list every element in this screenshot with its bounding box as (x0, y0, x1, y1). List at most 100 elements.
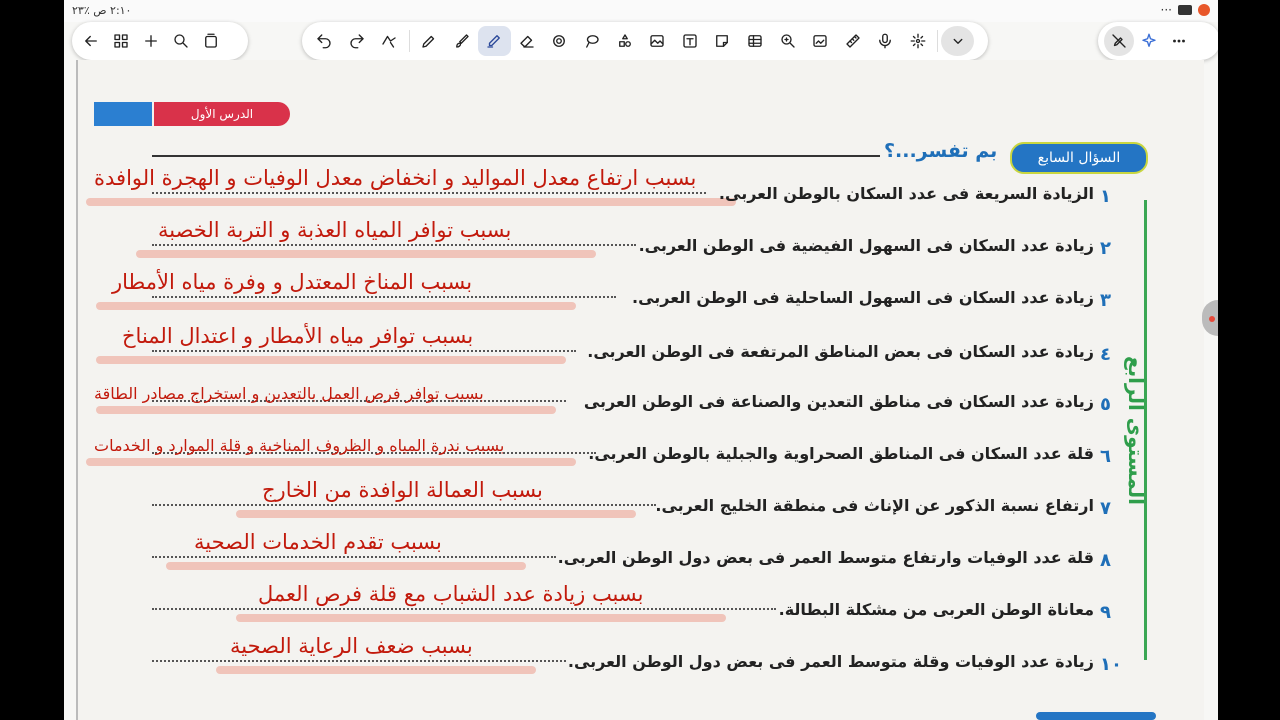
lasso-icon[interactable] (373, 26, 406, 56)
question-number: ٥ (1100, 394, 1111, 415)
undo-icon[interactable] (308, 26, 341, 56)
highlight-stroke (96, 356, 566, 364)
handwritten-answer[interactable]: بسبب ارتفاع معدل المواليد و انخفاض معدل … (94, 166, 696, 190)
back-arrow-icon[interactable] (76, 26, 106, 56)
scroll-indicator-dot (1209, 316, 1215, 322)
status-more: ··· (1160, 3, 1172, 17)
answer-dotted-line (152, 660, 566, 662)
question-row: ١٠ زيادة عدد الوفيات وقلة متوسط العمر فى … (76, 634, 1204, 688)
notebook-page[interactable]: الدرس الأول بم تفسر...؟ السؤال السابع ال… (76, 60, 1204, 720)
handwritten-answer[interactable]: بسبب توافر فرص العمل بالتعدين و استخراج … (94, 384, 484, 403)
question-header-line (152, 155, 880, 157)
answer-dotted-line (152, 504, 656, 506)
question-text: معاناة الوطن العربى من مشكلة البطالة. (778, 600, 1094, 619)
highlighter-icon[interactable] (477, 26, 511, 56)
answer-dotted-line (152, 556, 556, 558)
sparkle-icon[interactable] (1134, 26, 1164, 56)
handwritten-answer[interactable]: بسبب المناخ المعتدل و وفرة مياه الأمطار (112, 270, 472, 294)
pages-icon[interactable] (196, 26, 226, 56)
left-letterbox (0, 0, 64, 720)
right-letterbox (1218, 0, 1280, 720)
highlight-stroke (96, 302, 576, 310)
pen-icon[interactable] (413, 26, 446, 56)
image-icon[interactable] (641, 26, 674, 56)
brush-icon[interactable] (445, 26, 478, 56)
highlight-stroke (166, 562, 526, 570)
edit-off-icon[interactable] (1104, 26, 1134, 56)
question-text: ارتفاع نسبة الذكور عن الإناث فى منطقة ال… (655, 496, 1094, 515)
answer-dotted-line (152, 350, 576, 352)
media-icon[interactable] (804, 26, 837, 56)
ruler-icon[interactable] (837, 26, 870, 56)
highlight-stroke (86, 458, 576, 466)
handwritten-answer[interactable]: بسبب تقدم الخدمات الصحية (194, 530, 442, 554)
nav-toolbar (72, 22, 248, 60)
question-row: ١ الزيادة السريعة فى عدد السكان بالوطن ال… (76, 166, 1204, 220)
question-number: ٣ (1100, 290, 1111, 311)
text-icon[interactable] (674, 26, 707, 56)
lasso-select-icon[interactable] (576, 26, 609, 56)
plus-icon[interactable] (136, 26, 166, 56)
mic-icon[interactable] (869, 26, 902, 56)
lesson-tab: الدرس الأول (154, 102, 290, 126)
handwritten-answer[interactable]: بسبب ندرة المياه و الظروف المناخية و قلة… (94, 436, 504, 455)
question-badge: السؤال السابع (1010, 142, 1148, 174)
question-row: ٣ زيادة عدد السكان فى السهول الساحلية فى … (76, 270, 1204, 324)
question-number: ٧ (1100, 498, 1111, 519)
question-row: ٦ قلة عدد السكان فى المناطق الصحراوية وال… (76, 436, 1204, 480)
highlight-stroke (86, 198, 736, 206)
handwritten-answer[interactable]: بسبب زيادة عدد الشباب مع قلة فرص العمل (258, 582, 643, 606)
question-row: ٢ زيادة عدد السكان فى السهول الفيضية فى ا… (76, 218, 1204, 272)
eraser-icon[interactable] (511, 26, 544, 56)
highlight-stroke (216, 666, 536, 674)
question-row: ٨ قلة عدد الوفيات وارتفاع متوسط العمر فى … (76, 530, 1204, 584)
lesson-color-block (94, 102, 152, 126)
chevron-down-icon[interactable] (941, 26, 974, 56)
question-row: ٥ زيادة عدد السكان فى مناطق التعدين والصن… (76, 384, 1204, 428)
question-text: زيادة عدد الوفيات وقلة متوسط العمر فى بع… (567, 652, 1094, 671)
answer-dotted-line (152, 244, 636, 246)
question-number: ٩ (1100, 602, 1111, 623)
question-number: ١٠ (1100, 654, 1122, 675)
question-text: قلة عدد الوفيات وارتفاع متوسط العمر فى ب… (557, 548, 1094, 567)
shapes-icon[interactable] (543, 26, 576, 56)
question-text: الزيادة السريعة فى عدد السكان بالوطن الع… (718, 184, 1094, 203)
question-row: ٤ زيادة عدد السكان فى بعض المناطق المرتفع… (76, 324, 1204, 378)
grid-icon[interactable] (106, 26, 136, 56)
zoom-icon[interactable] (771, 26, 804, 56)
highlight-stroke (96, 406, 556, 414)
question-text: قلة عدد السكان فى المناطق الصحراوية والج… (588, 444, 1094, 463)
answer-dotted-line (152, 608, 776, 610)
question-title: بم تفسر...؟ (884, 140, 998, 162)
laser-icon[interactable] (902, 26, 935, 56)
handwritten-answer[interactable]: بسبب العمالة الوافدة من الخارج (262, 478, 543, 502)
handwritten-answer[interactable]: بسبب توافر المياه العذبة و التربة الخصبة (158, 218, 511, 242)
question-text: زيادة عدد السكان فى بعض المناطق المرتفعة… (587, 342, 1094, 361)
highlight-stroke (236, 614, 726, 622)
search-icon[interactable] (166, 26, 196, 56)
question-text: زيادة عدد السكان فى مناطق التعدين والصنا… (583, 392, 1094, 411)
handwritten-answer[interactable]: بسبب ضعف الرعاية الصحية (230, 634, 473, 658)
handwritten-answer[interactable]: بسبب توافر مياه الأمطار و اعتدال المناخ (122, 324, 473, 348)
status-bar: ٢:١٠ ص ٪٢٣ ··· (64, 0, 1218, 22)
level-label: المستوى الرابع (1124, 356, 1148, 505)
more-icon[interactable] (1164, 26, 1194, 56)
table-icon[interactable] (739, 26, 772, 56)
sticky-note-icon[interactable] (706, 26, 739, 56)
right-toolbar (1098, 22, 1218, 60)
app-screen: ٢:١٠ ص ٪٢٣ ··· الدرس الأول بم تفسر...؟ ا… (64, 0, 1218, 720)
redo-icon[interactable] (341, 26, 374, 56)
tool-toolbar (302, 22, 988, 60)
toolbar-separator (937, 30, 939, 52)
status-right-group: ··· (1161, 3, 1210, 17)
question-number: ٢ (1100, 238, 1111, 259)
element-icon[interactable] (608, 26, 641, 56)
question-number: ١ (1100, 186, 1111, 207)
question-number: ٨ (1100, 550, 1111, 571)
next-section-header (1036, 712, 1156, 720)
question-row: ٧ ارتفاع نسبة الذكور عن الإناث فى منطقة ا… (76, 478, 1204, 532)
answer-dotted-line (152, 192, 706, 194)
app-notification-icon (1198, 4, 1210, 16)
question-text: زيادة عدد السكان فى السهول الساحلية فى ا… (632, 288, 1094, 307)
answer-dotted-line (152, 296, 616, 298)
